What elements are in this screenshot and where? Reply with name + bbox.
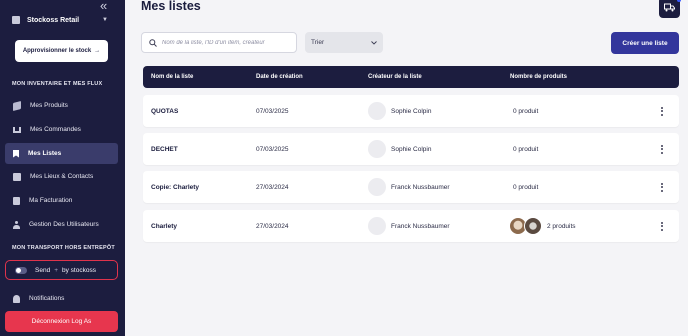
product-count: 0 produit (513, 183, 539, 191)
list-name[interactable]: DECHET (151, 133, 178, 165)
plus-icon: + (54, 266, 58, 274)
toggle-switch[interactable] (15, 266, 27, 274)
column-header-creator[interactable]: Créateur de la liste (368, 74, 422, 80)
creation-date: 27/03/2024 (256, 222, 289, 230)
avatar (368, 178, 386, 196)
creation-date: 27/03/2024 (256, 183, 289, 191)
cube-icon (13, 100, 21, 111)
column-header-product-count[interactable]: Nombre de produits (510, 74, 567, 80)
list-name[interactable]: Copie: Charlety (151, 171, 199, 203)
table-row[interactable]: Copie: Charlety 27/03/2024 Franck Nussba… (143, 171, 679, 203)
store-name: Stockoss Retail (27, 16, 80, 24)
send-toggle[interactable]: Send + by stockoss (5, 260, 118, 280)
more-options-icon[interactable] (661, 171, 663, 203)
section-transport-heading: MON TRANSPORT HORS ENTREPÔT (12, 245, 115, 251)
creator-cell: Sophie Colpin (368, 133, 431, 165)
avatar (368, 217, 386, 235)
cart-icon (13, 126, 21, 133)
sort-select[interactable]: Trier (305, 32, 383, 53)
sidebar-item-orders[interactable]: Mes Commandes (5, 119, 118, 140)
column-header-date[interactable]: Date de création (256, 74, 303, 80)
section-inventory-heading: MON INVENTAIRE ET MES FLUX (12, 81, 103, 87)
sidebar: « Stockoss Retail ▼ Approvisionner le st… (0, 0, 125, 336)
store-selector[interactable]: Stockoss Retail ▼ (12, 13, 108, 27)
column-header-name[interactable]: Nom de la liste (151, 74, 193, 80)
avatar (368, 102, 386, 120)
creation-date: 07/03/2025 (256, 107, 289, 115)
search-input[interactable] (162, 39, 292, 46)
product-count-cell: 2 produits (509, 210, 576, 242)
logout-button[interactable]: Déconnexion Log As (5, 311, 118, 332)
notification-badge (677, 0, 681, 2)
creator-cell: Sophie Colpin (368, 95, 431, 127)
truck-icon (664, 3, 675, 12)
send-by-label: by stockoss (61, 266, 96, 274)
arrow-right-icon: → (94, 48, 101, 54)
creator-cell: Franck Nussbaumer (368, 210, 450, 242)
delivery-button[interactable] (659, 0, 681, 18)
search-icon (149, 38, 157, 47)
restock-label: Approvisionner le stock (22, 48, 92, 54)
creator-name: Franck Nussbaumer (391, 183, 450, 191)
table-row[interactable]: DECHET 07/03/2025 Sophie Colpin 0 produi… (143, 133, 679, 165)
table-header: Nom de la liste Date de création Créateu… (143, 66, 679, 88)
product-count: 0 produit (513, 107, 539, 115)
sidebar-item-label: Mes Listes (28, 150, 62, 157)
list-name[interactable]: Charlety (151, 210, 177, 242)
chevron-down-icon (371, 40, 377, 45)
bell-icon (13, 294, 20, 303)
more-options-icon[interactable] (661, 133, 663, 165)
bookmark-icon (13, 149, 19, 158)
restock-button[interactable]: Approvisionner le stock → (15, 40, 108, 62)
users-icon (13, 220, 20, 229)
sidebar-item-places-contacts[interactable]: Mes Lieux & Contacts (5, 166, 118, 187)
sidebar-item-label: Mes Produits (30, 102, 68, 109)
sidebar-item-label: Mes Lieux & Contacts (30, 173, 94, 180)
creation-date: 07/03/2025 (256, 145, 289, 153)
page-title: Mes listes (141, 0, 201, 13)
table-row[interactable]: Charlety 27/03/2024 Franck Nussbaumer 2 … (143, 210, 679, 242)
sidebar-item-label: Ma Facturation (29, 197, 73, 204)
search-box[interactable] (141, 32, 297, 53)
document-icon (13, 196, 20, 205)
collapse-sidebar-icon[interactable]: « (100, 0, 107, 13)
creator-name: Sophie Colpin (391, 145, 432, 153)
sidebar-item-products[interactable]: Mes Produits (5, 95, 118, 116)
sidebar-item-label: Gestion Des Utilisateurs (29, 221, 99, 228)
sidebar-item-users[interactable]: Gestion Des Utilisateurs (5, 214, 118, 235)
sort-label: Trier (311, 39, 325, 46)
creator-cell: Franck Nussbaumer (368, 171, 450, 203)
caret-down-icon: ▼ (102, 17, 108, 23)
building-icon (12, 16, 20, 24)
creator-name: Sophie Colpin (391, 107, 432, 115)
sidebar-item-billing[interactable]: Ma Facturation (5, 190, 118, 211)
product-count: 0 produit (513, 145, 539, 153)
avatar (368, 140, 386, 158)
creator-name: Franck Nussbaumer (391, 222, 450, 230)
product-thumbnail (524, 217, 542, 235)
list-name[interactable]: QUOTAS (151, 95, 178, 127)
sidebar-item-lists[interactable]: Mes Listes (5, 143, 118, 164)
create-list-button[interactable]: Créer une liste (611, 32, 679, 54)
sidebar-item-notifications[interactable]: Notifications (5, 288, 118, 309)
send-label: Send (35, 266, 51, 274)
sidebar-item-label: Mes Commandes (30, 126, 81, 133)
more-options-icon[interactable] (661, 95, 663, 127)
truck-icon (13, 172, 21, 181)
more-options-icon[interactable] (661, 210, 663, 242)
table-row[interactable]: QUOTAS 07/03/2025 Sophie Colpin 0 produi… (143, 95, 679, 127)
sidebar-item-label: Notifications (29, 295, 65, 302)
product-count: 2 produits (547, 222, 576, 230)
